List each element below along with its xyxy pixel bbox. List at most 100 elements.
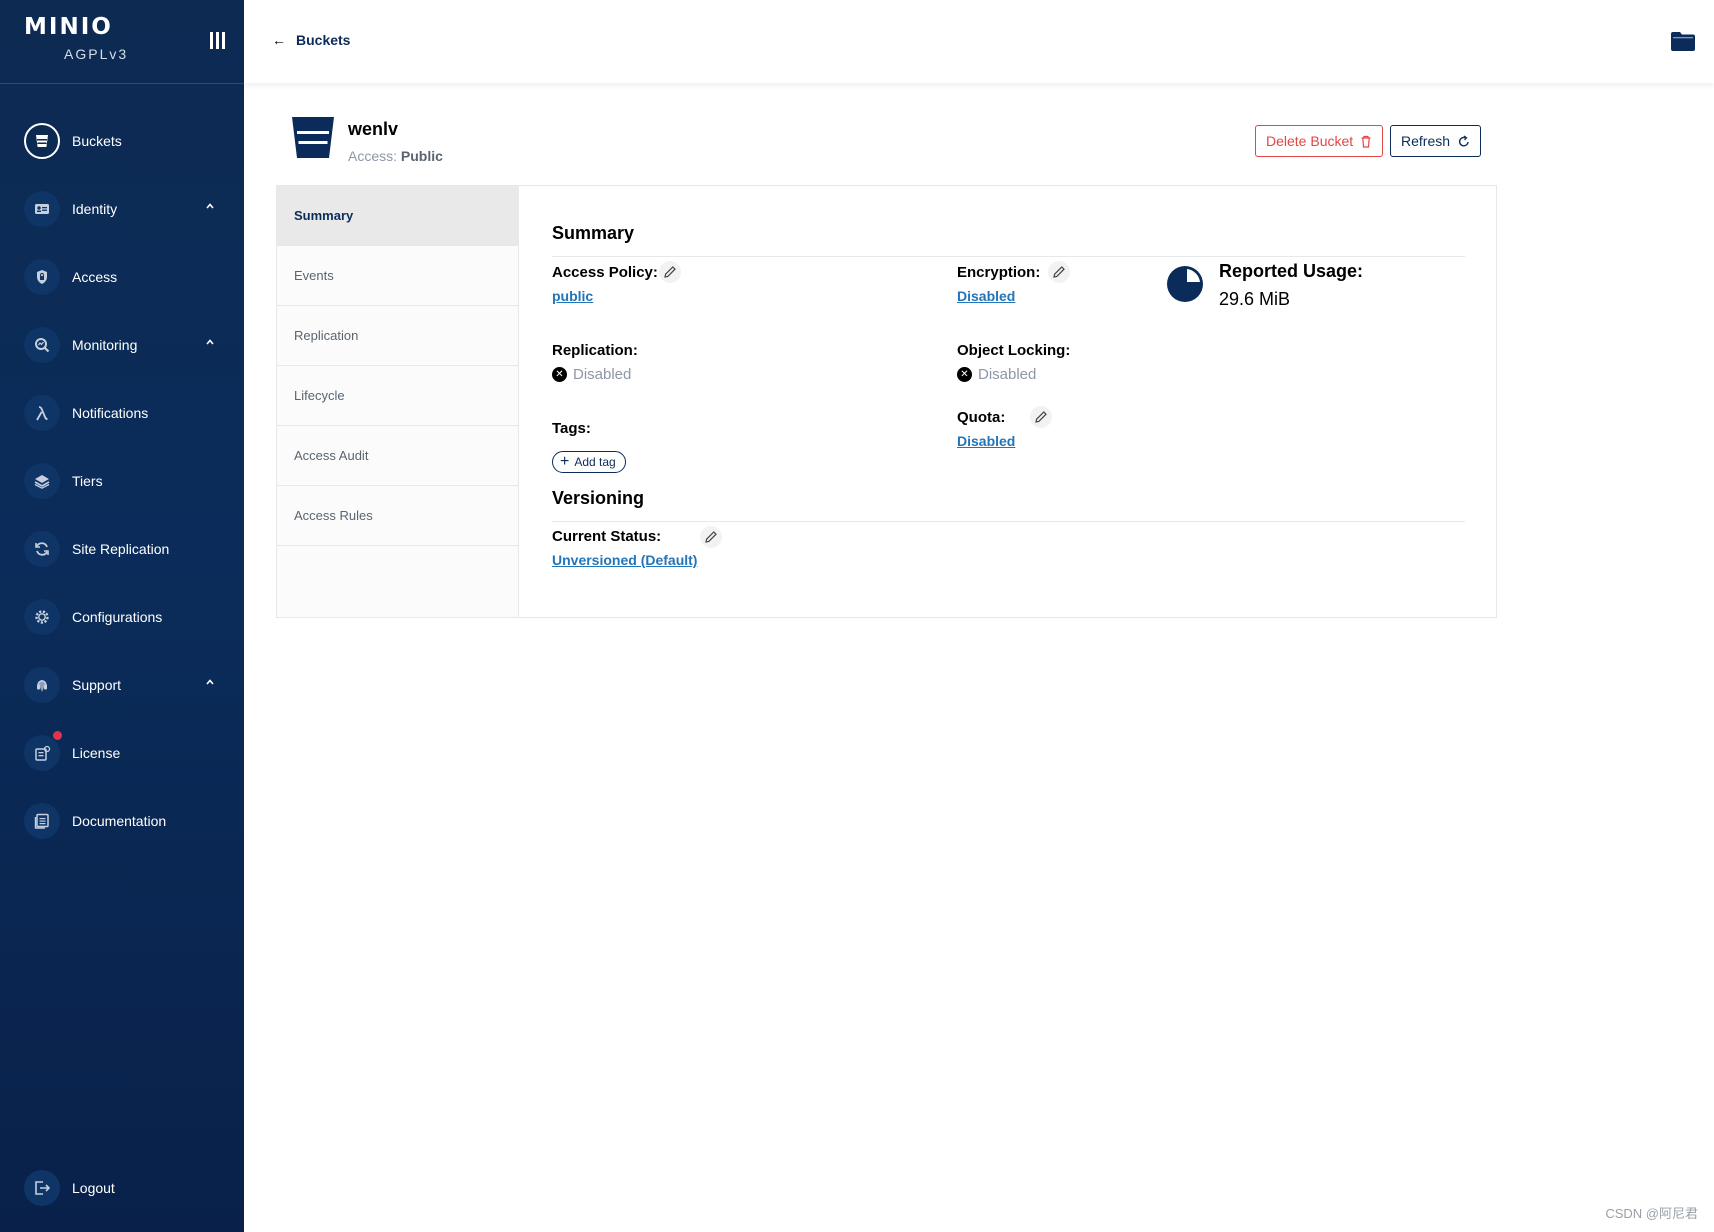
versioning-divider <box>552 521 1465 522</box>
sidebar-item-identity[interactable]: Identity <box>0 181 244 237</box>
add-tag-label: Add tag <box>574 455 616 469</box>
chevron-up-icon[interactable] <box>206 202 214 210</box>
pencil-icon <box>1053 266 1065 278</box>
tab-access-rules[interactable]: Access Rules <box>277 486 518 546</box>
back-to-buckets-link[interactable]: ← Buckets <box>272 32 350 48</box>
bucket-icon <box>292 117 334 158</box>
bucket-name: wenlv <box>348 119 399 139</box>
edit-quota-button[interactable] <box>1030 406 1052 428</box>
object-locking-status: ✕ Disabled <box>957 366 1036 383</box>
edit-encryption-button[interactable] <box>1048 261 1070 283</box>
watermark: CSDN @阿尼君 <box>1605 1206 1698 1221</box>
sidebar-item-label: Configurations <box>72 609 163 625</box>
sidebar-item-label: Tiers <box>72 473 103 489</box>
summary-divider <box>552 256 1465 257</box>
notification-dot <box>53 731 62 740</box>
sidebar-item-tiers[interactable]: Tiers <box>0 453 244 509</box>
sidebar-item-label: Buckets <box>72 133 122 149</box>
delete-bucket-label: Delete Bucket <box>1266 133 1354 149</box>
tab-events[interactable]: Events <box>277 246 518 306</box>
lambda-icon <box>24 395 60 431</box>
logout-icon <box>24 1170 60 1206</box>
replication-status: ✕ Disabled <box>552 366 631 383</box>
refresh-icon <box>1458 134 1469 147</box>
lock-icon <box>24 259 60 295</box>
bucket-access-value: Public <box>400 148 443 164</box>
encryption-value-link[interactable]: Disabled <box>957 288 1015 304</box>
sidebar-item-access[interactable]: Access <box>0 249 244 305</box>
identity-icon <box>24 191 60 227</box>
pie-chart-icon <box>1167 266 1203 302</box>
object-locking-value: Disabled <box>978 366 1037 383</box>
back-label: Buckets <box>296 32 351 48</box>
reported-usage-value: 29.6 MiB <box>1219 289 1291 309</box>
license-icon <box>24 731 62 771</box>
current-status-value-link[interactable]: Unversioned (Default) <box>552 552 697 568</box>
chevron-up-icon[interactable] <box>206 338 214 346</box>
summary-title: Summary <box>552 223 635 243</box>
encryption-label: Encryption: <box>957 264 1041 281</box>
support-icon <box>24 667 60 703</box>
sidebar: MINIO AGPLv3 Buckets Identity Access Mon… <box>0 0 244 1232</box>
pencil-icon <box>705 531 717 543</box>
sidebar-item-license[interactable]: License <box>0 725 244 781</box>
disabled-x-icon: ✕ <box>552 367 567 382</box>
reported-usage-label: Reported Usage: <box>1219 261 1364 281</box>
bucket-tabs: Summary Events Replication Lifecycle Acc… <box>277 186 519 617</box>
sidebar-item-notifications[interactable]: Notifications <box>0 385 244 441</box>
quota-value-link[interactable]: Disabled <box>957 433 1015 449</box>
bucket-icon <box>24 123 60 159</box>
access-policy-value-link[interactable]: public <box>552 288 593 304</box>
quota-label: Quota: <box>957 409 1006 426</box>
access-policy-label: Access Policy: <box>552 264 658 281</box>
trash-icon <box>1361 135 1371 148</box>
sidebar-item-monitoring[interactable]: Monitoring <box>0 317 244 373</box>
sidebar-item-label: Monitoring <box>72 337 138 353</box>
edit-access-policy-button[interactable] <box>659 261 681 283</box>
back-arrow-icon: ← <box>272 32 286 48</box>
object-locking-label: Object Locking: <box>957 342 1071 359</box>
sidebar-item-label: Documentation <box>72 813 167 829</box>
logout-label: Logout <box>72 1180 115 1196</box>
sidebar-item-label: Access <box>72 269 118 285</box>
sidebar-item-label: License <box>72 745 121 761</box>
sync-icon <box>24 531 60 567</box>
refresh-button[interactable]: Refresh <box>1390 125 1481 157</box>
summary-content: Summary Access Policy: public Encryption… <box>519 186 1496 617</box>
sidebar-item-site-replication[interactable]: Site Replication <box>0 521 244 577</box>
replication-label: Replication: <box>552 342 638 359</box>
documentation-icon <box>24 803 60 839</box>
disabled-x-icon: ✕ <box>957 367 972 382</box>
sidebar-item-configurations[interactable]: Configurations <box>0 589 244 645</box>
tab-access-audit[interactable]: Access Audit <box>277 426 518 486</box>
pencil-icon <box>664 266 676 278</box>
tags-label: Tags: <box>552 420 591 437</box>
chevron-up-icon[interactable] <box>206 678 214 686</box>
tab-summary[interactable]: Summary <box>277 186 518 246</box>
collapse-sidebar-button[interactable] <box>208 30 234 54</box>
gear-icon <box>24 599 60 635</box>
sidebar-divider <box>0 83 244 84</box>
delete-bucket-button[interactable]: Delete Bucket <box>1255 125 1383 157</box>
versioning-title: Versioning <box>552 488 645 508</box>
tab-replication[interactable]: Replication <box>277 306 518 366</box>
refresh-label: Refresh <box>1401 133 1451 149</box>
layers-icon <box>24 463 60 499</box>
logout-button[interactable]: Logout <box>0 1160 244 1216</box>
minio-logo: MINIO <box>24 14 113 40</box>
top-bar: ← Buckets <box>244 0 1714 83</box>
current-status-label: Current Status: <box>552 528 662 545</box>
object-browser-folder-icon[interactable] <box>1670 30 1696 52</box>
sidebar-item-documentation[interactable]: Documentation <box>0 793 244 849</box>
sidebar-item-label: Support <box>72 677 122 693</box>
tab-lifecycle[interactable]: Lifecycle <box>277 366 518 426</box>
bucket-access-prefix: Access: <box>348 148 398 164</box>
sidebar-item-label: Identity <box>72 201 118 217</box>
add-tag-button[interactable]: + Add tag <box>552 451 626 473</box>
sidebar-item-label: Notifications <box>72 405 149 421</box>
sidebar-item-buckets[interactable]: Buckets <box>0 113 244 169</box>
sidebar-item-support[interactable]: Support <box>0 657 244 713</box>
pencil-icon <box>1035 411 1047 423</box>
bucket-details-panel: Summary Events Replication Lifecycle Acc… <box>276 185 1497 618</box>
edit-versioning-button[interactable] <box>700 526 722 548</box>
